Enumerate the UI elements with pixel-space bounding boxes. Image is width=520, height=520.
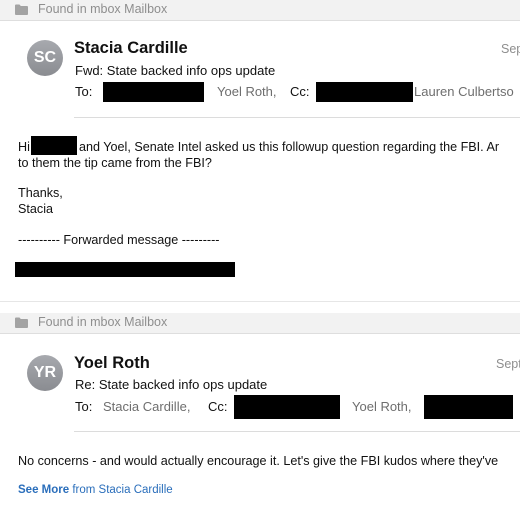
to-label: To: xyxy=(75,84,93,99)
see-more-source[interactable]: from Stacia Cardille xyxy=(72,484,172,496)
forwarded-divider: ---------- Forwarded message --------- xyxy=(18,233,220,247)
cc-label: Cc: xyxy=(208,399,228,414)
message-signature: Stacia xyxy=(18,202,54,216)
redacted-name xyxy=(31,136,77,155)
header-separator xyxy=(74,431,520,432)
message-subject: Re: State backed info ops update xyxy=(75,377,268,392)
sender-name: Yoel Roth xyxy=(74,354,150,372)
sender-name: Stacia Cardille xyxy=(74,39,188,57)
redacted-cc-recipient xyxy=(316,82,413,102)
message-subject: Fwd: State backed info ops update xyxy=(75,63,276,78)
see-more-link[interactable]: See More from Stacia Cardille xyxy=(18,484,173,496)
redacted-cc-recipient xyxy=(234,395,340,419)
redacted-forwarded-header xyxy=(15,262,235,277)
folder-icon xyxy=(15,4,28,15)
folder-banner-text: Found in mbox Mailbox xyxy=(38,315,168,329)
header-separator xyxy=(74,117,520,118)
folder-icon xyxy=(15,317,28,328)
to-recipient[interactable]: Yoel Roth, xyxy=(217,84,277,99)
redacted-cc-recipient xyxy=(424,395,513,419)
redacted-recipient xyxy=(103,82,204,102)
message-divider xyxy=(0,292,520,302)
message-body-line: Thanks, xyxy=(18,186,63,200)
avatar[interactable]: YR xyxy=(27,355,63,391)
cc-label: Cc: xyxy=(290,84,310,99)
message-body-line: and Yoel, Senate Intel asked us this fol… xyxy=(79,140,500,154)
cc-recipient[interactable]: Lauren Culbertso xyxy=(414,84,514,99)
folder-banner: Found in mbox Mailbox xyxy=(0,313,520,334)
avatar[interactable]: SC xyxy=(27,40,63,76)
cc-recipient[interactable]: Yoel Roth, xyxy=(352,399,412,414)
to-label: To: xyxy=(75,399,93,414)
see-more-label[interactable]: See More xyxy=(18,484,69,496)
message-date: Sep xyxy=(501,42,520,56)
message-body-line: Hi xyxy=(18,140,30,154)
message-body-line: No concerns - and would actually encoura… xyxy=(18,454,499,468)
to-recipient[interactable]: Stacia Cardille, xyxy=(103,399,190,414)
message-body-line: to them the tip came from the FBI? xyxy=(18,156,212,170)
folder-banner: Found in mbox Mailbox xyxy=(0,0,520,21)
message-date: Sept xyxy=(496,357,520,371)
folder-banner-text: Found in mbox Mailbox xyxy=(38,2,168,16)
